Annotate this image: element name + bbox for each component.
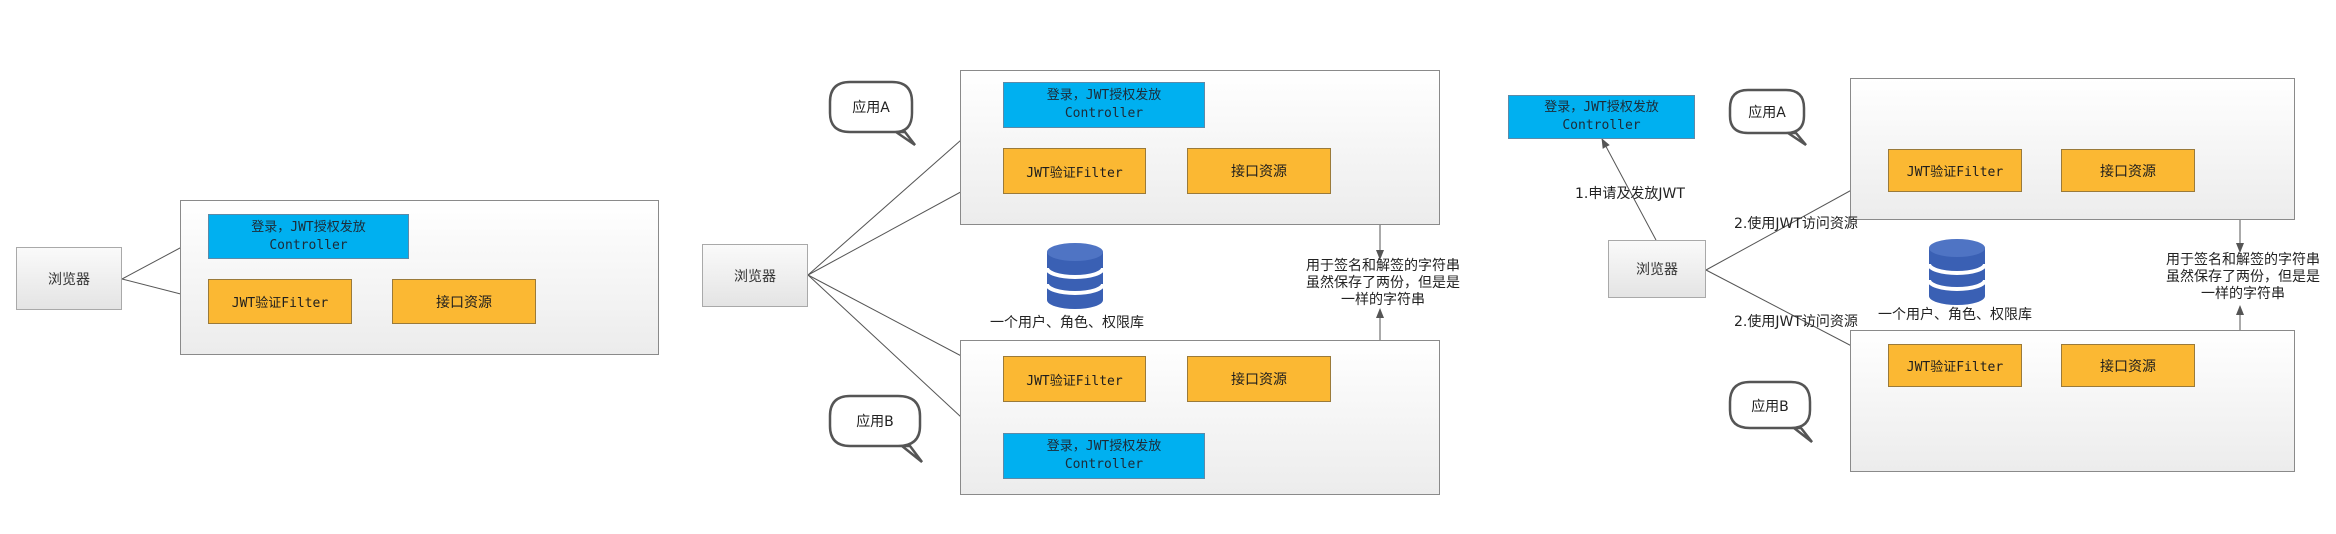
api-resource-label: 接口资源 <box>2100 163 2156 180</box>
edge-label-use-jwt-a: 2.使用JWT访问资源 <box>1734 216 1858 232</box>
key-note-line: 用于签名和解签的字符串 <box>2166 252 2320 268</box>
api-resource-label: 接口资源 <box>436 294 492 311</box>
login-controller-sublabel: Controller <box>1064 457 1144 472</box>
jwt-filter-label: JWT验证Filter <box>1026 373 1123 389</box>
key-note-line: 一样的字符串 <box>1341 292 1425 308</box>
key-note-line: 虽然保存了两份，但是是 <box>2166 269 2320 285</box>
login-controller[interactable]: 登录，JWT授权发放 Controller <box>208 214 409 259</box>
api-resource-b[interactable]: 接口资源 <box>1187 356 1331 402</box>
key-note: 用于签名和解签的字符串 虽然保存了两份，但是是 一样的字符串 <box>2158 252 2328 303</box>
app-a-label: 应用A <box>852 100 890 116</box>
login-controller-label: 登录，JWT授权发放 <box>251 219 366 235</box>
browser-node[interactable]: 浏览器 <box>1608 240 1706 298</box>
browser-label: 浏览器 <box>48 271 90 288</box>
jwt-filter-a[interactable]: JWT验证Filter <box>1003 148 1146 194</box>
login-controller-a[interactable]: 登录，JWT授权发放 Controller <box>1003 82 1205 128</box>
key-note: 用于签名和解签的字符串 虽然保存了两份，但是是 一样的字符串 <box>1298 258 1468 309</box>
browser-node[interactable]: 浏览器 <box>702 244 808 307</box>
api-resource-label: 接口资源 <box>2100 358 2156 375</box>
edge-label-use-jwt-b: 2.使用JWT访问资源 <box>1734 314 1858 330</box>
browser-label: 浏览器 <box>734 268 776 285</box>
jwt-filter-label: JWT验证Filter <box>231 296 329 311</box>
api-resource-label: 接口资源 <box>1231 372 1287 388</box>
api-resource-b[interactable]: 接口资源 <box>2061 344 2195 387</box>
edge-label-request-jwt: 1.申请及发放JWT <box>1575 186 1685 202</box>
jwt-filter-b[interactable]: JWT验证Filter <box>1888 344 2022 387</box>
api-resource-label: 接口资源 <box>1231 164 1287 180</box>
app-b-label: 应用B <box>1751 399 1789 415</box>
app-b-bubble: 应用B <box>1730 382 1810 428</box>
app-a-bubble: 应用A <box>1730 90 1804 133</box>
browser-node[interactable]: 浏览器 <box>16 247 122 310</box>
login-controller-label: 登录，JWT授权发放 <box>1046 439 1162 454</box>
database-caption: 一个用户、角色、权限库 <box>1878 307 2032 323</box>
app-a-label: 应用A <box>1748 105 1786 121</box>
login-controller[interactable]: 登录，JWT授权发放 Controller <box>1508 95 1695 139</box>
login-controller-label: 登录，JWT授权发放 <box>1046 88 1162 103</box>
jwt-filter-label: JWT验证Filter <box>1906 165 2004 180</box>
key-note-line: 用于签名和解签的字符串 <box>1306 258 1460 274</box>
app-b-bubble: 应用B <box>830 396 920 446</box>
diagram-canvas: 浏览器 登录，JWT授权发放 Controller JWT验证Filter 接口… <box>0 0 2336 534</box>
jwt-filter-label: JWT验证Filter <box>1906 360 2004 375</box>
key-note-line: 虽然保存了两份，但是是 <box>1306 275 1460 291</box>
jwt-filter-a[interactable]: JWT验证Filter <box>1888 149 2022 192</box>
login-controller-sublabel: Controller <box>1562 118 1641 133</box>
login-controller-sublabel: Controller <box>1064 106 1144 121</box>
database-icon <box>1045 241 1105 311</box>
api-resource-a[interactable]: 接口资源 <box>1187 148 1331 194</box>
browser-label: 浏览器 <box>1636 262 1678 278</box>
jwt-filter-b[interactable]: JWT验证Filter <box>1003 356 1146 402</box>
api-resource[interactable]: 接口资源 <box>392 279 536 324</box>
app-a-bubble: 应用A <box>830 82 912 132</box>
app-b-label: 应用B <box>856 414 894 430</box>
api-resource-a[interactable]: 接口资源 <box>2061 149 2195 192</box>
jwt-filter-label: JWT验证Filter <box>1026 165 1123 181</box>
database-icon <box>1927 237 1987 307</box>
jwt-filter[interactable]: JWT验证Filter <box>208 279 352 324</box>
login-controller-b[interactable]: 登录，JWT授权发放 Controller <box>1003 433 1205 479</box>
database-caption: 一个用户、角色、权限库 <box>990 315 1144 331</box>
key-note-line: 一样的字符串 <box>2201 286 2285 302</box>
login-controller-label: 登录，JWT授权发放 <box>1544 100 1659 115</box>
login-controller-sublabel: Controller <box>269 237 348 253</box>
